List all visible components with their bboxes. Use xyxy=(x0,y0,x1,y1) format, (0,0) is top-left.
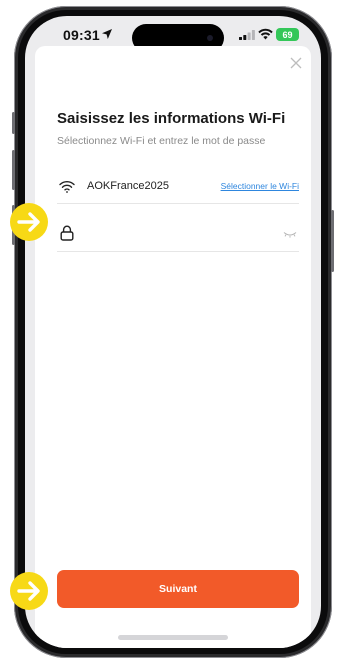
arrow-right-icon xyxy=(17,581,40,601)
battery-level: 69 xyxy=(282,29,293,40)
wifi-ssid: AOKFrance2025 xyxy=(87,180,169,192)
select-wifi-link[interactable]: Sélectionner le Wi-Fi xyxy=(221,181,299,191)
cellular-signal-icon xyxy=(239,30,255,40)
volume-up-button xyxy=(12,150,15,190)
page-title: Saisissez les informations Wi-Fi xyxy=(57,110,286,127)
phone-screen: 09:31 69 Saisissez les informations Wi-F… xyxy=(25,16,321,648)
wifi-icon xyxy=(258,28,273,40)
password-input[interactable] xyxy=(85,223,269,245)
arrow-right-icon xyxy=(17,212,40,232)
next-button[interactable]: Suivant xyxy=(57,570,299,608)
password-row xyxy=(57,217,299,252)
action-button xyxy=(12,112,15,134)
status-time: 09:31 xyxy=(63,27,100,43)
camera-dot xyxy=(207,35,213,41)
eye-closed-icon[interactable] xyxy=(283,231,297,238)
location-arrow-icon xyxy=(102,29,112,39)
close-icon[interactable] xyxy=(289,56,303,70)
arrow-marker-password xyxy=(10,203,48,241)
wifi-network-row: AOKFrance2025 Sélectionner le Wi-Fi xyxy=(57,169,299,204)
power-button xyxy=(331,210,334,272)
battery-icon: 69 xyxy=(276,28,299,41)
lock-icon xyxy=(60,225,74,241)
wifi-icon xyxy=(59,180,75,193)
arrow-marker-next xyxy=(10,572,48,610)
page-subtitle: Sélectionnez Wi-Fi et entrez le mot de p… xyxy=(57,135,266,147)
wifi-setup-sheet: Saisissez les informations Wi-Fi Sélecti… xyxy=(35,46,311,648)
home-indicator xyxy=(118,635,228,640)
